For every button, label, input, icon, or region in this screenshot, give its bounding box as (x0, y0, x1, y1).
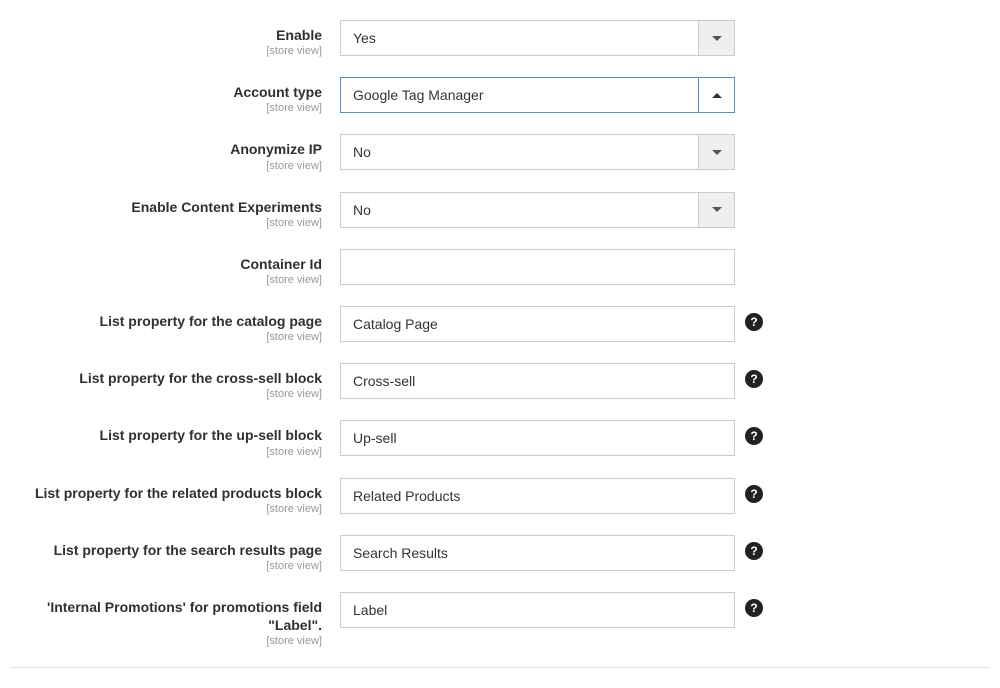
enable-label: Enable (10, 26, 322, 44)
enable-scope: [store view] (10, 45, 322, 57)
label-col: Anonymize IP [store view] (10, 134, 340, 171)
help-icon[interactable]: ? (745, 313, 763, 331)
label-col: 'Internal Promotions' for promotions fie… (10, 592, 340, 647)
content-experiments-value: No (341, 202, 698, 218)
label-col: Enable [store view] (10, 20, 340, 57)
up-sell-input[interactable] (340, 420, 735, 456)
input-col (340, 478, 735, 514)
label-col: List property for the related products b… (10, 478, 340, 515)
help-col (735, 20, 765, 27)
catalog-page-input[interactable] (340, 306, 735, 342)
content-experiments-scope: [store view] (10, 217, 322, 229)
search-results-input[interactable] (340, 535, 735, 571)
input-col: Google Tag Manager (340, 77, 735, 113)
cross-sell-scope: [store view] (10, 388, 322, 400)
input-col (340, 306, 735, 342)
anonymize-ip-value: No (341, 144, 698, 160)
help-col (735, 192, 765, 199)
dropdown-button[interactable] (698, 193, 734, 227)
account-type-label: Account type (10, 83, 322, 101)
up-sell-scope: [store view] (10, 446, 322, 458)
help-icon[interactable]: ? (745, 370, 763, 388)
help-col (735, 249, 765, 256)
related-products-scope: [store view] (10, 503, 322, 515)
search-results-label: List property for the search results pag… (10, 541, 322, 559)
container-id-label: Container Id (10, 255, 322, 273)
input-col: No (340, 134, 735, 170)
input-col (340, 249, 735, 285)
row-anonymize-ip: Anonymize IP [store view] No (10, 134, 990, 171)
label-col: List property for the up-sell block [sto… (10, 420, 340, 457)
row-catalog-page: List property for the catalog page [stor… (10, 306, 990, 343)
enable-select[interactable]: Yes (340, 20, 735, 56)
enable-value: Yes (341, 30, 698, 46)
catalog-page-label: List property for the catalog page (10, 312, 322, 330)
row-enable: Enable [store view] Yes (10, 20, 990, 57)
input-col: No (340, 192, 735, 228)
help-col (735, 134, 765, 141)
input-col (340, 592, 735, 628)
search-results-scope: [store view] (10, 560, 322, 572)
help-col: ? (735, 306, 765, 331)
cross-sell-label: List property for the cross-sell block (10, 369, 322, 387)
label-col: List property for the cross-sell block [… (10, 363, 340, 400)
row-account-type: Account type [store view] Google Tag Man… (10, 77, 990, 114)
row-up-sell: List property for the up-sell block [sto… (10, 420, 990, 457)
related-products-input[interactable] (340, 478, 735, 514)
account-type-value: Google Tag Manager (341, 87, 698, 103)
row-container-id: Container Id [store view] (10, 249, 990, 286)
row-cross-sell: List property for the cross-sell block [… (10, 363, 990, 400)
label-col: Account type [store view] (10, 77, 340, 114)
config-form: Enable [store view] Yes Account type [st… (10, 20, 990, 668)
anonymize-ip-scope: [store view] (10, 160, 322, 172)
input-col (340, 420, 735, 456)
help-icon[interactable]: ? (745, 485, 763, 503)
dropdown-button[interactable] (698, 135, 734, 169)
input-col (340, 535, 735, 571)
cross-sell-input[interactable] (340, 363, 735, 399)
help-col: ? (735, 592, 765, 617)
chevron-down-icon (712, 150, 722, 155)
help-col: ? (735, 535, 765, 560)
anonymize-ip-label: Anonymize IP (10, 140, 322, 158)
anonymize-ip-select[interactable]: No (340, 134, 735, 170)
account-type-select[interactable]: Google Tag Manager (340, 77, 735, 113)
input-col (340, 363, 735, 399)
promotions-label-input[interactable] (340, 592, 735, 628)
help-icon[interactable]: ? (745, 542, 763, 560)
divider (10, 667, 990, 668)
label-col: List property for the catalog page [stor… (10, 306, 340, 343)
row-promotions-label: 'Internal Promotions' for promotions fie… (10, 592, 990, 647)
content-experiments-label: Enable Content Experiments (10, 198, 322, 216)
help-col (735, 77, 765, 84)
container-id-scope: [store view] (10, 274, 322, 286)
help-icon[interactable]: ? (745, 427, 763, 445)
promotions-label-scope: [store view] (10, 635, 322, 647)
help-col: ? (735, 363, 765, 388)
content-experiments-select[interactable]: No (340, 192, 735, 228)
chevron-down-icon (712, 36, 722, 41)
input-col: Yes (340, 20, 735, 56)
row-content-experiments: Enable Content Experiments [store view] … (10, 192, 990, 229)
row-related-products: List property for the related products b… (10, 478, 990, 515)
help-col: ? (735, 478, 765, 503)
label-col: List property for the search results pag… (10, 535, 340, 572)
dropdown-button[interactable] (698, 21, 734, 55)
row-search-results: List property for the search results pag… (10, 535, 990, 572)
label-col: Enable Content Experiments [store view] (10, 192, 340, 229)
promotions-label-label: 'Internal Promotions' for promotions fie… (10, 598, 322, 634)
related-products-label: List property for the related products b… (10, 484, 322, 502)
help-col: ? (735, 420, 765, 445)
catalog-page-scope: [store view] (10, 331, 322, 343)
chevron-down-icon (712, 207, 722, 212)
label-col: Container Id [store view] (10, 249, 340, 286)
up-sell-label: List property for the up-sell block (10, 426, 322, 444)
chevron-up-icon (712, 93, 722, 98)
help-icon[interactable]: ? (745, 599, 763, 617)
container-id-input[interactable] (340, 249, 735, 285)
dropdown-button[interactable] (698, 78, 734, 112)
account-type-scope: [store view] (10, 102, 322, 114)
